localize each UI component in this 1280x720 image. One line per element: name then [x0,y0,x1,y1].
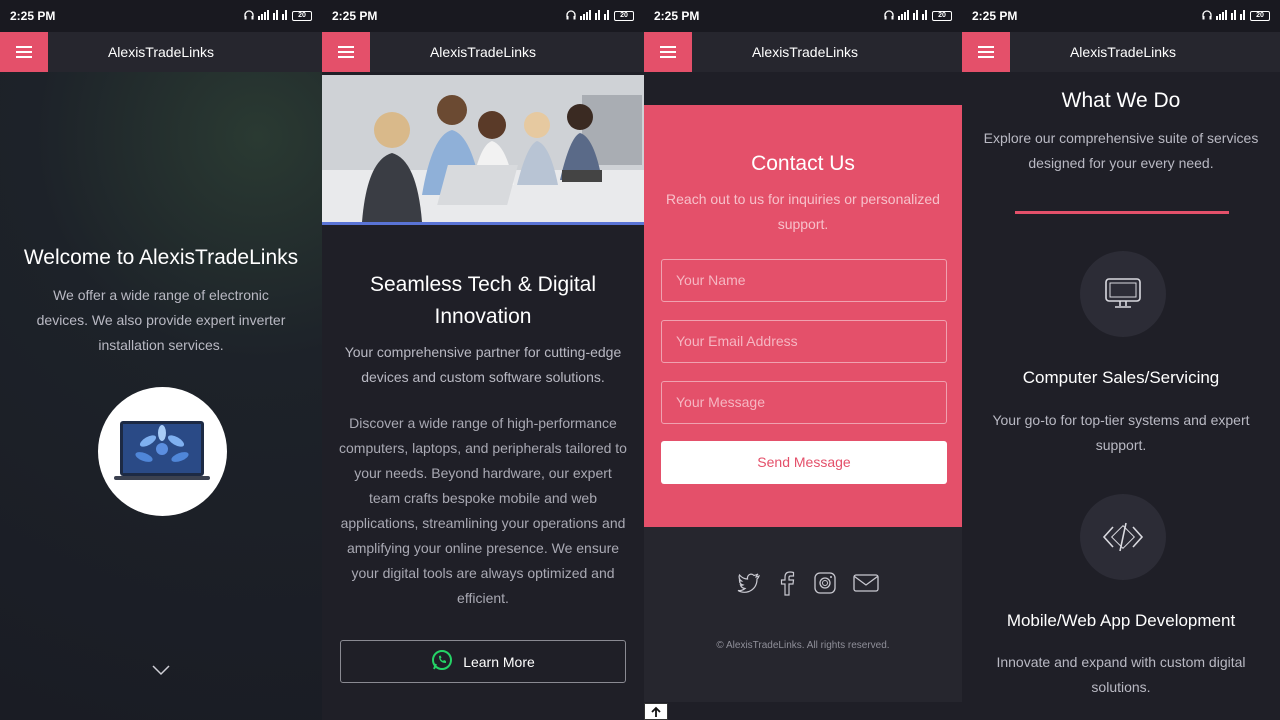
signal-icon [898,9,928,23]
message-field[interactable]: Your Message [661,381,947,424]
menu-button[interactable] [644,32,692,72]
menu-button[interactable] [0,32,48,72]
app-bar: AlexisTradeLinks [322,32,644,72]
status-time: 2:25 PM [332,9,378,23]
status-icons: 20 [244,9,312,23]
app-title: AlexisTradeLinks [1069,44,1177,60]
contact-heading: Contact Us [751,152,855,175]
chevron-down-icon[interactable] [152,663,170,681]
learn-more-label: Learn More [463,653,535,670]
hero-description: We offer a wide range of electronic devi… [36,287,286,353]
app-title: AlexisTradeLinks [429,44,537,60]
app-bar: AlexisTradeLinks [962,32,1280,72]
contact-subtitle: Reach out to us for inquiries or persona… [666,191,940,232]
team-photo [322,75,644,225]
name-field[interactable]: Your Name [661,259,947,302]
status-icons: 20 [884,9,952,23]
screen-home: 2:25 PM 20 AlexisTradeLinks Welcome to A… [0,0,322,720]
hamburger-icon [660,46,676,58]
screen-about: 2:25 PM 20 AlexisTradeLinks Seamless Tec… [322,0,644,720]
signal-icon [258,9,288,23]
status-time: 2:25 PM [972,9,1018,23]
hamburger-icon [978,46,994,58]
hero-heading: Welcome to AlexisTradeLinks [23,246,299,269]
app-title: AlexisTradeLinks [751,44,859,60]
copyright-text: © AlexisTradeLinks. All rights reserved. [716,640,890,651]
section-divider [1015,211,1229,214]
service-title-app: Mobile/Web App Development [1006,611,1236,630]
status-bar: 2:25 PM 20 [0,0,322,32]
service-title-computer: Computer Sales/Servicing [1022,368,1220,387]
battery-icon: 20 [614,11,634,21]
footer [644,527,962,702]
status-bar: 2:25 PM 20 [962,0,1280,32]
status-icons: 20 [566,9,634,23]
headphones-icon [1202,9,1212,23]
headphones-icon [566,9,576,23]
app-bar: AlexisTradeLinks [0,32,322,72]
arrow-up-icon[interactable] [644,703,668,720]
about-subtitle: Your comprehensive partner for cutting-e… [344,344,622,385]
hamburger-icon [16,46,32,58]
app-title: AlexisTradeLinks [107,44,215,60]
signal-icon [1216,9,1246,23]
email-field[interactable]: Your Email Address [661,320,947,363]
status-bar: 2:25 PM 20 [644,0,962,32]
services-heading: What We Do [1061,89,1181,112]
social-links [736,570,880,601]
send-message-button[interactable]: Send Message [661,441,947,484]
instagram-icon[interactable] [812,570,838,601]
service-desc-computer: Your go-to for top-tier systems and expe… [992,412,1250,453]
hamburger-icon [338,46,354,58]
app-bar: AlexisTradeLinks [644,32,962,72]
twitter-icon[interactable] [736,570,762,601]
code-icon [1080,494,1166,580]
headphones-icon [244,9,254,23]
mail-icon[interactable] [852,570,880,601]
status-icons: 20 [1202,9,1270,23]
about-heading: Seamless Tech & Digital Innovation [369,273,597,328]
battery-icon: 20 [292,11,312,21]
signal-icon [580,9,610,23]
screen-contact: 2:25 PM 20 AlexisTradeLinks Contact Us R… [644,0,962,720]
learn-more-button[interactable]: Learn More [340,640,626,683]
headphones-icon [884,9,894,23]
screen-services: 2:25 PM 20 AlexisTradeLinks What We Do E… [962,0,1280,720]
battery-icon: 20 [1250,11,1270,21]
whatsapp-icon [431,649,453,674]
about-body: Discover a wide range of high-performanc… [339,415,627,606]
status-time: 2:25 PM [10,9,56,23]
status-bar: 2:25 PM 20 [322,0,644,32]
contact-form: Contact Us Reach out to us for inquiries… [644,105,962,527]
service-desc-app: Innovate and expand with custom digital … [996,654,1246,695]
monitor-icon [1080,251,1166,337]
status-time: 2:25 PM [654,9,700,23]
battery-icon: 20 [932,11,952,21]
menu-button[interactable] [962,32,1010,72]
menu-button[interactable] [322,32,370,72]
facebook-icon[interactable] [776,570,798,601]
services-subtitle: Explore our comprehensive suite of servi… [983,130,1259,171]
laptop-image [98,387,227,516]
